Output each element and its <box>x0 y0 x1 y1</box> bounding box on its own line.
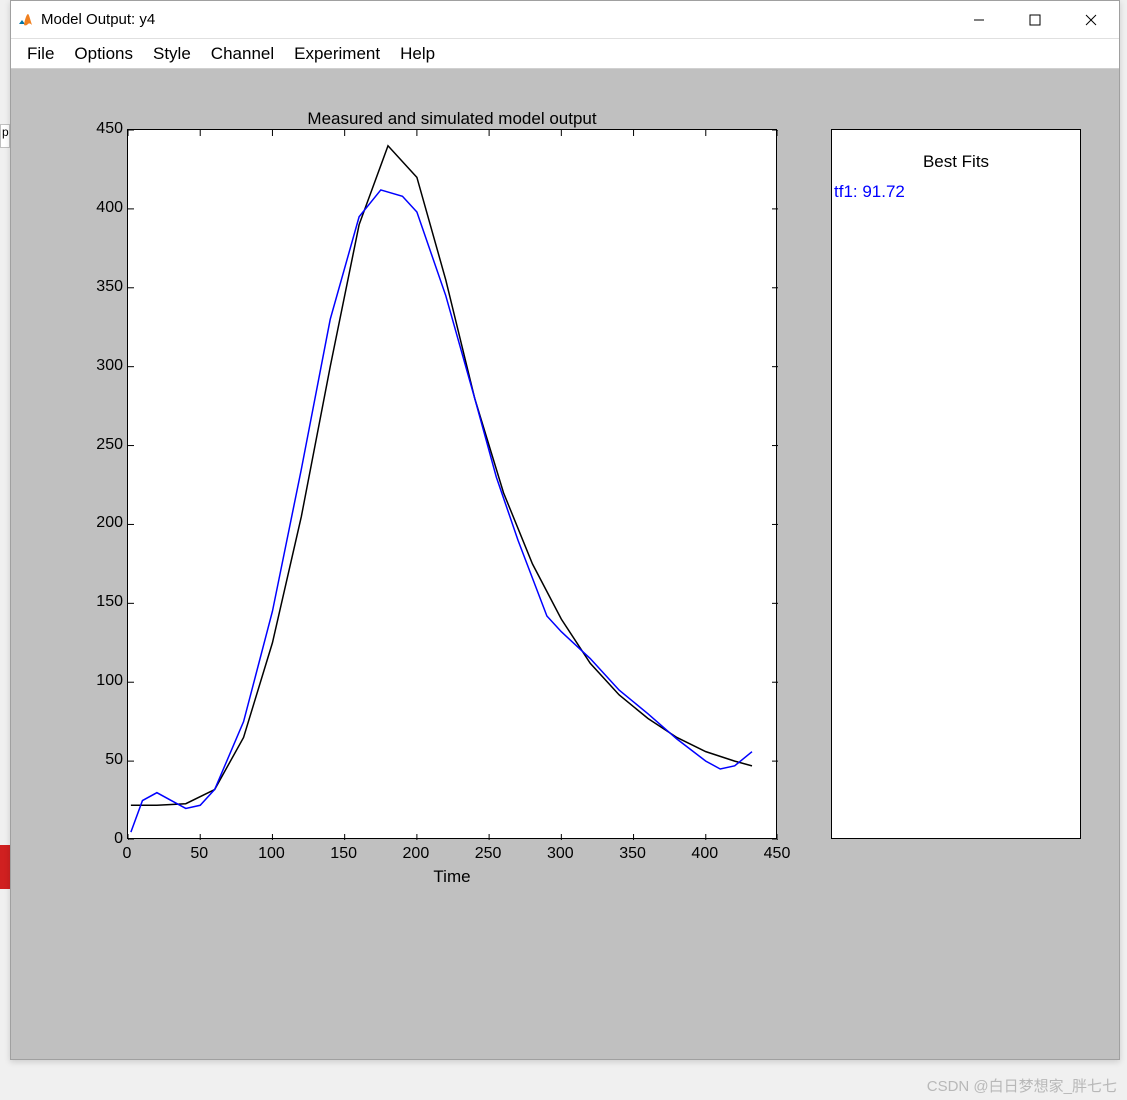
watermark: CSDN @白日梦想家_胖七七 <box>927 1075 1117 1096</box>
window-controls <box>951 1 1119 38</box>
x-tick-label: 0 <box>123 845 132 863</box>
menu-options[interactable]: Options <box>64 40 143 68</box>
y-tick-label: 350 <box>96 278 123 296</box>
legend-title: Best Fits <box>832 130 1080 172</box>
close-button[interactable] <box>1063 1 1119 38</box>
menubar: File Options Style Channel Experiment He… <box>11 39 1119 69</box>
x-tick-label: 150 <box>330 845 357 863</box>
y-tick-label: 300 <box>96 357 123 375</box>
y-tick-label: 200 <box>96 514 123 532</box>
y-tick-label: 450 <box>96 120 123 138</box>
x-tick-label: 50 <box>190 845 208 863</box>
figure-canvas: Measured and simulated model output 0 50 1… <box>11 69 1119 1059</box>
left-red-stub <box>0 845 10 889</box>
left-edge-stub: p <box>0 124 10 148</box>
x-tick-label: 450 <box>764 845 791 863</box>
chart-title: Measured and simulated model output <box>127 109 777 129</box>
y-tick-label: 250 <box>96 436 123 454</box>
x-tick-label: 350 <box>619 845 646 863</box>
matlab-icon <box>17 12 33 28</box>
menu-channel[interactable]: Channel <box>201 40 284 68</box>
x-tick-label: 100 <box>258 845 285 863</box>
app-window: Model Output: y4 File Options Style Chan… <box>10 0 1120 1060</box>
y-tick-label: 400 <box>96 199 123 217</box>
close-icon <box>1085 14 1097 26</box>
y-tick-label: 150 <box>96 593 123 611</box>
menu-help[interactable]: Help <box>390 40 445 68</box>
minimize-icon <box>973 14 985 26</box>
titlebar: Model Output: y4 <box>11 1 1119 39</box>
maximize-button[interactable] <box>1007 1 1063 38</box>
y-tick-label: 100 <box>96 672 123 690</box>
menu-file[interactable]: File <box>17 40 64 68</box>
chart-plot <box>128 130 778 840</box>
x-tick-label: 300 <box>547 845 574 863</box>
legend-panel[interactable]: Best Fits tf1: 91.72 <box>831 129 1081 839</box>
minimize-button[interactable] <box>951 1 1007 38</box>
x-tick-label: 400 <box>691 845 718 863</box>
menu-style[interactable]: Style <box>143 40 201 68</box>
maximize-icon <box>1029 14 1041 26</box>
x-tick-label: 250 <box>475 845 502 863</box>
menu-experiment[interactable]: Experiment <box>284 40 390 68</box>
y-tick-label: 50 <box>105 751 123 769</box>
x-axis-label: Time <box>127 867 777 887</box>
x-tick-label: 200 <box>403 845 430 863</box>
window-title: Model Output: y4 <box>41 11 951 28</box>
chart-axes[interactable] <box>127 129 777 839</box>
legend-entry-tf1[interactable]: tf1: 91.72 <box>832 178 1080 206</box>
